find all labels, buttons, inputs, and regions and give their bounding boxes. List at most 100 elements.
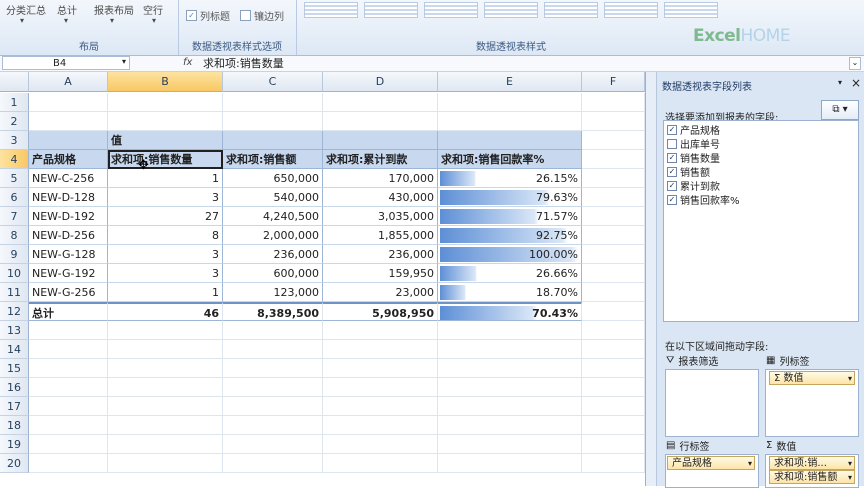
column-header[interactable]: F <box>582 72 645 92</box>
row-header[interactable]: 8 <box>0 226 29 245</box>
product-cell[interactable]: NEW-G-192 <box>29 264 108 283</box>
select-all-corner[interactable] <box>0 72 29 92</box>
grid-cell[interactable] <box>582 226 645 245</box>
field-item[interactable]: ✓ 销售数量 <box>667 151 720 165</box>
grid-cell[interactable] <box>223 321 323 340</box>
field-item[interactable]: ✓ 产品规格 <box>667 123 720 137</box>
rate-cell[interactable]: 26.15% <box>438 169 582 188</box>
qty-cell[interactable]: 1 <box>108 169 223 188</box>
blank-rows-button[interactable]: 空行 <box>143 2 163 17</box>
product-cell[interactable]: NEW-D-256 <box>29 226 108 245</box>
value-chip[interactable]: 求和项:销售额 ▾ <box>769 470 855 484</box>
grid-cell[interactable] <box>582 264 645 283</box>
total-rate-cell[interactable]: 70.43% <box>438 302 582 321</box>
sales-cell[interactable]: 236,000 <box>223 245 323 264</box>
row-header[interactable]: 19 <box>0 435 29 454</box>
grid-cell[interactable] <box>582 416 645 435</box>
pivot-column-header[interactable]: 求和项:销售数量 <box>108 150 223 169</box>
grid-cell[interactable] <box>323 454 438 473</box>
row-header[interactable]: 18 <box>0 416 29 435</box>
chevron-down-icon[interactable]: ▾ <box>748 457 752 469</box>
grid-cell[interactable] <box>438 321 582 340</box>
pivot-header-band[interactable] <box>29 131 108 150</box>
grid-cell[interactable] <box>582 112 645 131</box>
vertical-scrollbar[interactable] <box>646 72 657 486</box>
grid-cell[interactable] <box>582 131 645 150</box>
field-item[interactable]: ✓ 累计到款 <box>667 179 720 193</box>
pivot-column-header[interactable]: 求和项:销售额 <box>223 150 323 169</box>
row-header[interactable]: 12 <box>0 302 29 321</box>
grid-cell[interactable] <box>223 397 323 416</box>
field-item[interactable]: ✓ 销售回款率% <box>667 193 740 207</box>
grid-cell[interactable] <box>29 359 108 378</box>
grid-cell[interactable] <box>223 340 323 359</box>
grid-cell[interactable] <box>223 93 323 112</box>
grid-cell[interactable] <box>108 435 223 454</box>
field-checkbox[interactable] <box>667 138 677 149</box>
grid-cell[interactable] <box>323 416 438 435</box>
product-cell[interactable]: NEW-D-192 <box>29 207 108 226</box>
grid-cell[interactable] <box>223 112 323 131</box>
chevron-down-icon[interactable]: ▾ <box>20 16 24 25</box>
grid-cell[interactable] <box>29 397 108 416</box>
grid-cell[interactable] <box>108 378 223 397</box>
product-cell[interactable]: NEW-G-256 <box>29 283 108 302</box>
style-thumbnail[interactable] <box>364 2 418 18</box>
grid-cell[interactable] <box>29 321 108 340</box>
column-header[interactable]: C <box>223 72 323 92</box>
grid-cell[interactable] <box>108 112 223 131</box>
row-header[interactable]: 6 <box>0 188 29 207</box>
grid-cell[interactable] <box>223 435 323 454</box>
grid-cell[interactable] <box>323 359 438 378</box>
row-header[interactable]: 10 <box>0 264 29 283</box>
grid-cell[interactable] <box>582 245 645 264</box>
product-cell[interactable]: NEW-G-128 <box>29 245 108 264</box>
sales-cell[interactable]: 650,000 <box>223 169 323 188</box>
value-chip[interactable]: 求和项:销... ▾ <box>769 456 855 470</box>
grid-cell[interactable] <box>582 302 645 321</box>
grid-cell[interactable] <box>108 416 223 435</box>
column-chip[interactable]: Σ 数值 ▾ <box>769 371 855 385</box>
received-cell[interactable]: 170,000 <box>323 169 438 188</box>
report-filter-area[interactable] <box>665 369 759 437</box>
chevron-down-icon[interactable]: ▾ <box>122 57 126 66</box>
style-thumbnail[interactable] <box>604 2 658 18</box>
style-thumbnail[interactable] <box>304 2 358 18</box>
chevron-down-icon[interactable]: ▾ <box>64 16 68 25</box>
pivot-column-header[interactable]: 产品规格 <box>29 150 108 169</box>
sales-cell[interactable]: 2,000,000 <box>223 226 323 245</box>
grid-cell[interactable] <box>223 454 323 473</box>
checkbox-box[interactable] <box>240 10 251 21</box>
layout-icon[interactable]: ⧉ ▾ <box>821 100 859 120</box>
grid-cell[interactable] <box>438 93 582 112</box>
close-icon[interactable]: × <box>851 76 861 90</box>
qty-cell[interactable]: 3 <box>108 245 223 264</box>
grid-cell[interactable] <box>582 150 645 169</box>
column-header[interactable]: E <box>438 72 582 92</box>
received-cell[interactable]: 23,000 <box>323 283 438 302</box>
grid-cell[interactable] <box>108 93 223 112</box>
qty-cell[interactable]: 8 <box>108 226 223 245</box>
row-chip[interactable]: 产品规格 ▾ <box>667 456 755 470</box>
grid-cell[interactable] <box>29 416 108 435</box>
grid-cell[interactable] <box>582 283 645 302</box>
sales-cell[interactable]: 600,000 <box>223 264 323 283</box>
expand-formula-bar-icon[interactable]: ⌄ <box>849 57 861 70</box>
grid-cell[interactable] <box>29 454 108 473</box>
qty-cell[interactable]: 27 <box>108 207 223 226</box>
row-header[interactable]: 20 <box>0 454 29 473</box>
grid-cell[interactable] <box>438 340 582 359</box>
received-cell[interactable]: 3,035,000 <box>323 207 438 226</box>
grid-cell[interactable] <box>29 435 108 454</box>
rate-cell[interactable]: 100.00% <box>438 245 582 264</box>
row-header[interactable]: 1 <box>0 93 29 112</box>
column-headers-checkbox[interactable]: ✓ 列标题 <box>186 8 230 23</box>
grid-cell[interactable] <box>438 416 582 435</box>
total-sales-cell[interactable]: 8,389,500 <box>223 302 323 321</box>
grid-cell[interactable] <box>438 454 582 473</box>
grid-cell[interactable] <box>108 321 223 340</box>
chevron-down-icon[interactable]: ▾ <box>152 16 156 25</box>
grid-cell[interactable] <box>108 454 223 473</box>
row-header[interactable]: 15 <box>0 359 29 378</box>
values-header-cell[interactable]: 值 <box>108 131 223 150</box>
